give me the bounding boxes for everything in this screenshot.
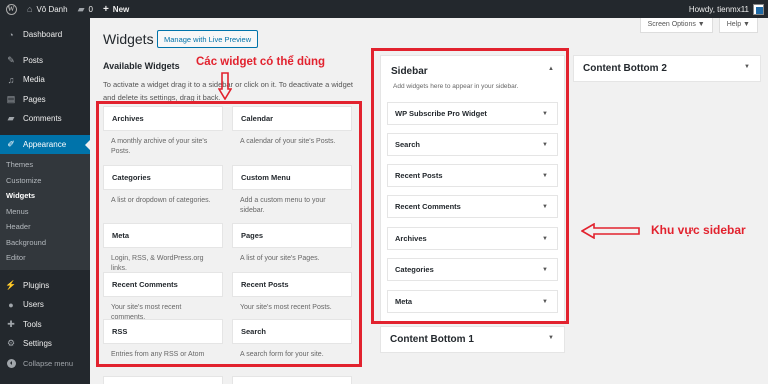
menu-label: Dashboard xyxy=(23,30,63,40)
collapse-menu-button[interactable]: Collapse menu xyxy=(0,354,90,374)
annotation-available-widgets: Các widget có thể dùng xyxy=(196,56,326,68)
screen-meta-links: Screen Options ▼ Help ▼ xyxy=(639,18,758,33)
submenu-item-customize[interactable]: Customize xyxy=(0,173,90,189)
left-arrow-icon xyxy=(581,223,640,239)
wordpress-logo-icon[interactable]: W xyxy=(0,0,22,18)
plus-icon: + xyxy=(102,3,109,15)
submenu-item-header[interactable]: Header xyxy=(0,219,90,235)
expand-arrow-icon[interactable]: ▼ xyxy=(548,335,554,341)
site-name: Vô Danh xyxy=(36,4,68,14)
content-bottom-2-area[interactable]: Content Bottom 2 ▼ xyxy=(573,55,761,82)
menu-item-posts[interactable]: ✎ Posts xyxy=(0,51,90,71)
widgets-highlight-box xyxy=(96,101,362,367)
avatar xyxy=(753,3,764,15)
submenu-item-menus[interactable]: Menus xyxy=(0,204,90,220)
submenu-item-widgets[interactable]: Widgets xyxy=(0,188,90,204)
appearance-submenu: Themes Customize Widgets Menus Header Ba… xyxy=(0,154,90,270)
menu-label: Settings xyxy=(23,339,52,349)
my-account[interactable]: Howdy, tienmx11 xyxy=(688,3,768,15)
menu-label: Posts xyxy=(23,55,44,65)
menu-item-settings[interactable]: ⚙ Settings xyxy=(0,334,90,354)
available-widgets-title: Available Widgets xyxy=(103,61,180,71)
admin-bar: W ⌂ Vô Danh ▰ 0 + New Howdy, tienmx11 xyxy=(0,0,768,18)
media-icon: ♫ xyxy=(7,74,15,85)
menu-label: Tools xyxy=(23,319,42,329)
menu-item-dashboard[interactable]: ◔ Dashboard xyxy=(0,25,90,45)
settings-icon: ⚙ xyxy=(6,338,16,349)
annotation-sidebar-area: Khu vực sidebar xyxy=(651,223,746,237)
new-content-link[interactable]: + New xyxy=(98,0,134,18)
menu-item-tools[interactable]: ✚ Tools xyxy=(0,315,90,335)
widget-item[interactable] xyxy=(103,376,223,384)
menu-label: Media xyxy=(23,75,45,85)
widget-title[interactable] xyxy=(232,376,352,384)
help-tab[interactable]: Help ▼ xyxy=(718,18,758,33)
admin-menu: ◔ Dashboard ✎ Posts ♫ Media ▤ Pages ▰ Comment… xyxy=(0,18,90,384)
menu-label: Pages xyxy=(23,94,46,104)
down-arrow-icon xyxy=(218,72,232,100)
wrench-icon: ✚ xyxy=(7,318,15,329)
menu-item-media[interactable]: ♫ Media xyxy=(0,70,90,90)
brush-icon: ✐ xyxy=(7,138,15,149)
menu-label: Plugins xyxy=(23,280,50,290)
menu-item-pages[interactable]: ▤ Pages xyxy=(0,90,90,110)
users-icon: ● xyxy=(8,299,14,310)
comments-link[interactable]: ▰ 0 xyxy=(73,0,98,18)
menu-item-appearance[interactable]: ✐ Appearance xyxy=(0,134,90,154)
new-label: New xyxy=(112,4,130,14)
home-icon: ⌂ xyxy=(27,4,33,14)
howdy-text: Howdy, tienmx11 xyxy=(688,4,749,14)
expand-arrow-icon[interactable]: ▼ xyxy=(744,64,750,70)
menu-label: Appearance xyxy=(23,139,67,149)
plug-icon: ⚡ xyxy=(5,279,17,290)
area-title: Content Bottom 1 xyxy=(390,334,474,345)
site-name-link[interactable]: ⌂ Vô Danh xyxy=(22,0,73,18)
comments-count: 0 xyxy=(88,4,93,14)
comments-icon: ▰ xyxy=(7,113,15,124)
menu-item-comments[interactable]: ▰ Comments xyxy=(0,109,90,129)
comment-icon: ▰ xyxy=(77,3,85,14)
sidebar-highlight-box xyxy=(371,48,569,324)
menu-item-plugins[interactable]: ⚡ Plugins xyxy=(0,276,90,296)
pages-icon: ▤ xyxy=(6,93,16,104)
collapse-icon xyxy=(7,358,16,368)
page-title: Widgets xyxy=(103,31,154,47)
widget-item[interactable] xyxy=(232,376,352,384)
menu-label: Comments xyxy=(23,114,62,124)
pin-icon: ✎ xyxy=(7,54,15,65)
menu-item-users[interactable]: ● Users xyxy=(0,295,90,315)
submenu-item-editor[interactable]: Editor xyxy=(0,250,90,266)
menu-label: Users xyxy=(23,300,44,310)
menu-label: Collapse menu xyxy=(23,358,74,368)
submenu-item-themes[interactable]: Themes xyxy=(0,157,90,173)
area-title: Content Bottom 2 xyxy=(583,63,667,74)
submenu-item-background[interactable]: Background xyxy=(0,235,90,251)
content-bottom-1-area[interactable]: Content Bottom 1 ▼ xyxy=(380,326,565,353)
manage-live-preview-button[interactable]: Manage with Live Preview xyxy=(157,30,259,48)
dashboard-icon: ◔ xyxy=(8,29,14,40)
widget-title[interactable] xyxy=(103,376,223,384)
screen-options-tab[interactable]: Screen Options ▼ xyxy=(639,18,713,33)
